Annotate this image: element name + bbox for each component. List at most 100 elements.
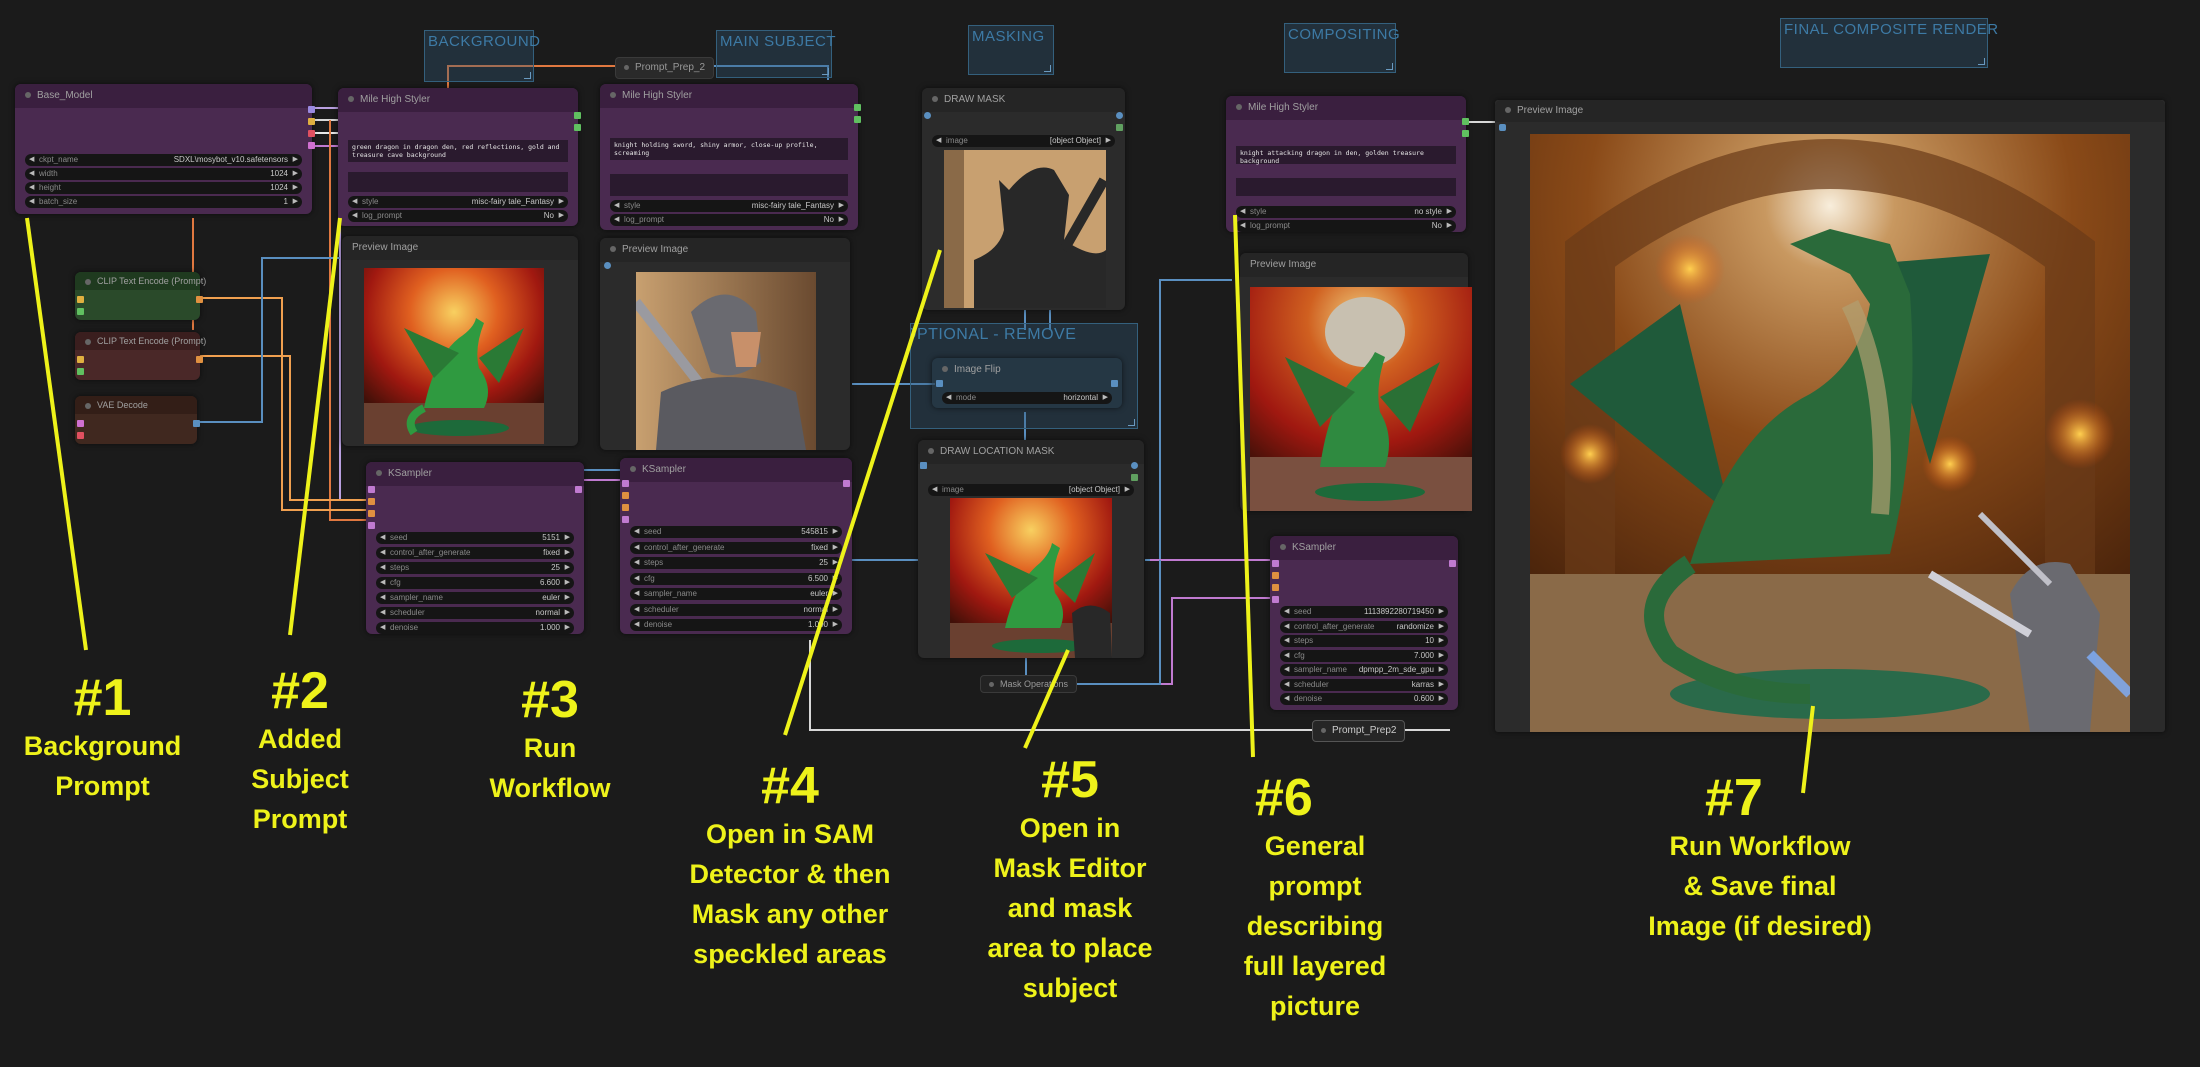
negative-prompt-textarea[interactable] [1236,178,1456,196]
input-slot-latent[interactable] [1272,596,1279,603]
input-slot-image[interactable] [920,462,927,469]
decrement-arrow-icon[interactable]: ◀ [380,607,385,619]
increment-arrow-icon[interactable]: ▶ [1103,392,1108,404]
dragon-preview-image[interactable] [364,268,544,444]
input-slot-clip[interactable] [77,356,84,363]
node-header[interactable]: Mile High Styler [1226,96,1466,120]
group-main-subject[interactable]: MAIN SUBJECT [716,30,836,78]
node-header[interactable]: Mile High Styler [338,88,578,112]
increment-arrow-icon[interactable]: ▶ [565,547,570,559]
clip-text-encode-positive-node[interactable]: CLIP Text Encode (Prompt) [75,272,206,320]
input-slot-negative[interactable] [1272,584,1279,591]
decrement-arrow-icon[interactable]: ◀ [1240,220,1245,232]
widget-denoise[interactable]: ◀ denoise 1.000 ▶ [376,622,574,634]
decrement-arrow-icon[interactable]: ◀ [634,573,639,585]
output-slot-latent[interactable] [575,486,582,493]
location-mask-image[interactable] [950,498,1112,658]
input-slot-samples[interactable] [77,420,84,427]
resize-grip[interactable] [1386,63,1393,70]
input-slot-images[interactable] [604,262,611,269]
decrement-arrow-icon[interactable]: ◀ [380,622,385,634]
decrement-arrow-icon[interactable]: ◀ [380,562,385,574]
base-model-node[interactable]: Base_Model ◀ ckpt_name SDXL\mosybot_v10.sa… [15,84,315,214]
increment-arrow-icon[interactable]: ▶ [833,573,838,585]
output-slot-image[interactable] [1116,112,1123,119]
increment-arrow-icon[interactable]: ▶ [833,542,838,554]
node-header[interactable]: CLIP Text Encode (Prompt) [75,332,206,350]
input-slot-positive[interactable] [622,492,629,499]
widget-denoise[interactable]: ◀ denoise 1.000 ▶ [630,619,842,631]
input-slot-positive[interactable] [368,498,375,505]
widget-denoise[interactable]: ◀ denoise 0.600 ▶ [1280,693,1448,705]
output-slot-positive[interactable] [854,104,861,111]
increment-arrow-icon[interactable]: ▶ [565,607,570,619]
decrement-arrow-icon[interactable]: ◀ [29,154,34,166]
decrement-arrow-icon[interactable]: ◀ [1284,650,1289,662]
increment-arrow-icon[interactable]: ▶ [1447,220,1452,232]
increment-arrow-icon[interactable]: ▶ [833,604,838,616]
output-slot-vae[interactable] [308,130,315,137]
output-slot-model[interactable] [308,106,315,113]
increment-arrow-icon[interactable]: ▶ [833,526,838,538]
decrement-arrow-icon[interactable]: ◀ [352,196,357,208]
input-slot-positive[interactable] [1272,572,1279,579]
decrement-arrow-icon[interactable]: ◀ [932,484,937,496]
preview-image-subject-node[interactable]: Preview Image [600,238,850,450]
resize-grip[interactable] [1128,419,1135,426]
widget-log-prompt[interactable]: ◀ log_prompt No ▶ [348,210,568,222]
increment-arrow-icon[interactable]: ▶ [1439,664,1444,676]
decrement-arrow-icon[interactable]: ◀ [29,168,34,180]
decrement-arrow-icon[interactable]: ◀ [946,392,951,404]
widget-scheduler[interactable]: ◀ scheduler normal ▶ [630,603,842,616]
increment-arrow-icon[interactable]: ▶ [1439,635,1444,647]
node-header[interactable]: Base_Model [15,84,312,108]
preview-image-final-node[interactable]: Preview Image [1495,100,2165,732]
increment-arrow-icon[interactable]: ▶ [565,622,570,634]
node-header[interactable]: Preview Image [1240,253,1468,277]
widget-control-after-generate[interactable]: ◀ control_after_generate fixed ▶ [630,541,842,554]
widget-seed[interactable]: ◀ seed 5151 ▶ [376,532,574,544]
increment-arrow-icon[interactable]: ▶ [1447,206,1452,218]
increment-arrow-icon[interactable]: ▶ [839,214,844,226]
input-slot-image[interactable] [936,380,943,387]
resize-grip[interactable] [524,72,531,79]
output-slot-negative[interactable] [1462,130,1469,137]
mile-high-styler-compositing-node[interactable]: Mile High Styler knight attacking dragon… [1226,96,1469,232]
decrement-arrow-icon[interactable]: ◀ [29,182,34,194]
widget-sampler-name[interactable]: ◀ sampler_name euler ▶ [376,592,574,604]
widget-image[interactable]: ◀ image [object Object] ▶ [928,484,1134,496]
widget-style[interactable]: ◀ style misc-fairy tale_Fantasy ▶ [610,200,848,212]
increment-arrow-icon[interactable]: ▶ [565,577,570,589]
input-slot-image[interactable] [924,112,931,119]
group-background[interactable]: BACKGROUND [424,30,540,82]
decrement-arrow-icon[interactable]: ◀ [352,210,357,222]
decrement-arrow-icon[interactable]: ◀ [1284,621,1289,633]
decrement-arrow-icon[interactable]: ◀ [634,619,639,631]
output-slot-conditioning[interactable] [196,356,203,363]
node-header[interactable]: KSampler [620,458,852,482]
output-slot-conditioning[interactable] [196,296,203,303]
decrement-arrow-icon[interactable]: ◀ [1240,206,1245,218]
input-slot-clip[interactable] [77,296,84,303]
positive-prompt-textarea[interactable]: green dragon in dragon den, red reflecti… [348,140,568,162]
node-header[interactable]: DRAW LOCATION MASK [918,440,1144,464]
increment-arrow-icon[interactable]: ▶ [833,557,838,569]
decrement-arrow-icon[interactable]: ◀ [380,577,385,589]
prompt-prep2-node[interactable]: Prompt_Prep2 [1312,720,1406,742]
output-slot-latent[interactable] [308,142,315,149]
group-masking[interactable]: MASKING [968,25,1054,75]
decrement-arrow-icon[interactable]: ◀ [634,604,639,616]
output-slot-negative[interactable] [574,124,581,131]
widget-seed[interactable]: ◀ seed 545815 ▶ [630,526,842,538]
mile-high-styler-background-node[interactable]: Mile High Styler green dragon in dragon … [338,88,581,226]
widget-width[interactable]: ◀ width 1024 ▶ [25,168,302,180]
decrement-arrow-icon[interactable]: ◀ [614,214,619,226]
widget-cfg[interactable]: ◀ cfg 6.500 ▶ [630,572,842,585]
increment-arrow-icon[interactable]: ▶ [559,210,564,222]
mile-high-styler-subject-node[interactable]: Mile High Styler knight holding sword, s… [600,84,861,230]
decrement-arrow-icon[interactable]: ◀ [1284,679,1289,691]
increment-arrow-icon[interactable]: ▶ [565,562,570,574]
decrement-arrow-icon[interactable]: ◀ [614,200,619,212]
widget-cfg[interactable]: ◀ cfg 6.600 ▶ [376,577,574,589]
resize-grip[interactable] [1978,58,1985,65]
